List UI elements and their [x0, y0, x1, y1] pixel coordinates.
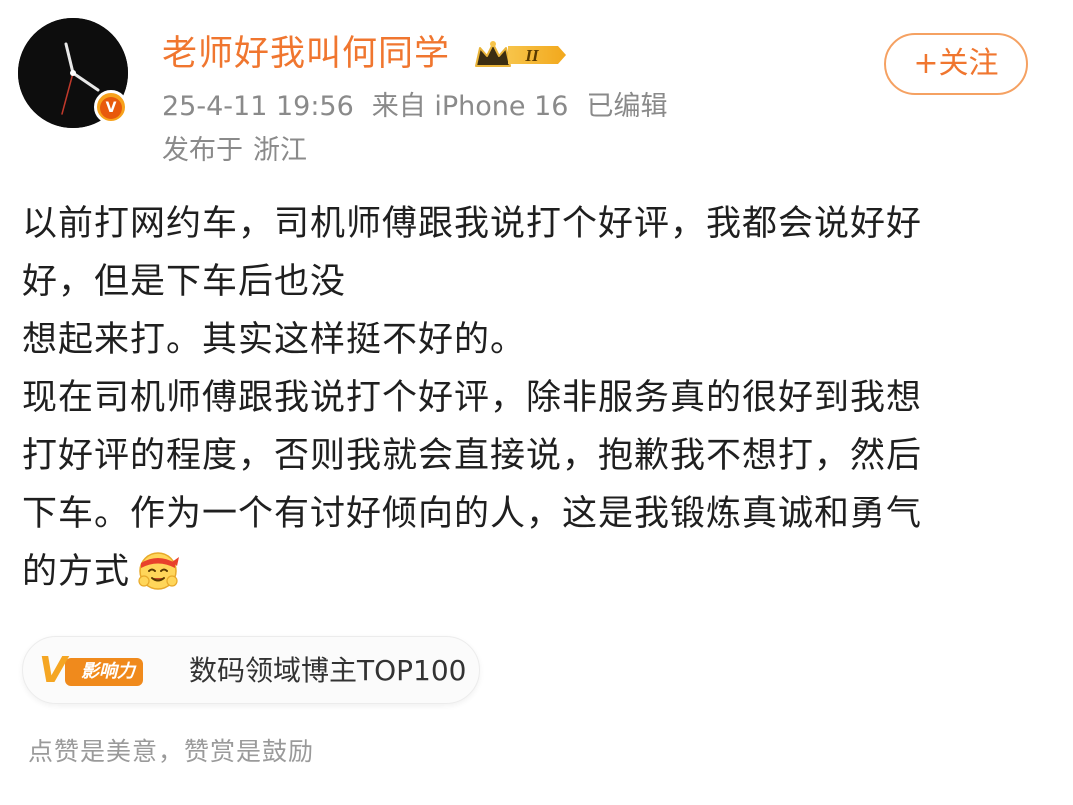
influence-logo: 影响力 V	[39, 652, 177, 690]
level-badge-text: II	[524, 46, 540, 65]
location-place: 浙江	[253, 135, 307, 166]
post-line: 想起来打。其实这样挺不好的。	[22, 320, 527, 360]
reward-note: 点赞是美意，赞赏是鼓励	[28, 737, 315, 766]
post-meta: 25-4-11 19:56 来自 iPhone 16 已编辑	[162, 90, 685, 124]
influence-tag[interactable]: 影响力 V 数码领域博主TOP100	[22, 636, 480, 704]
influence-v-icon: V	[39, 650, 67, 691]
post-line: 下车。作为一个有讨好倾向的人，这是我锻炼真诚和勇气	[22, 494, 923, 534]
verified-badge: V	[94, 90, 128, 124]
post-line: 以前打网约车，司机师傅跟我说打个好评，我都会说好好	[22, 204, 923, 244]
post-timestamp: 25-4-11 19:56	[162, 91, 354, 122]
post-location: 发布于 浙江	[162, 134, 317, 168]
influence-text: 数码领域博主TOP100	[189, 654, 467, 687]
post-source: 来自 iPhone 16	[371, 91, 569, 122]
post-content: 以前打网约车，司机师傅跟我说打个好评，我都会说好好 好，但是下车后也没 想起来打…	[22, 195, 1042, 601]
edited-label[interactable]: 已编辑	[586, 91, 667, 122]
author-name[interactable]: 老师好我叫何同学	[162, 34, 450, 74]
level-crown-icon: II	[475, 41, 566, 67]
post-line: 好，但是下车后也没	[22, 262, 347, 302]
location-prefix: 发布于	[162, 135, 243, 166]
fighting-face-emoji-icon	[138, 552, 180, 590]
follow-button[interactable]: +关注	[884, 33, 1028, 95]
verified-v-icon: V	[100, 97, 122, 119]
post-line: 打好评的程度，否则我就会直接说，抱歉我不想打，然后	[22, 436, 923, 476]
post-line: 现在司机师傅跟我说打个好评，除非服务真的很好到我想	[22, 378, 923, 418]
weibo-post: V 老师好我叫何同学 II 25-4-11 19:56 来自 iPhone 16 已…	[0, 0, 1073, 805]
post-last-line: 的方式	[22, 543, 1042, 601]
post-line: 的方式	[22, 552, 131, 592]
